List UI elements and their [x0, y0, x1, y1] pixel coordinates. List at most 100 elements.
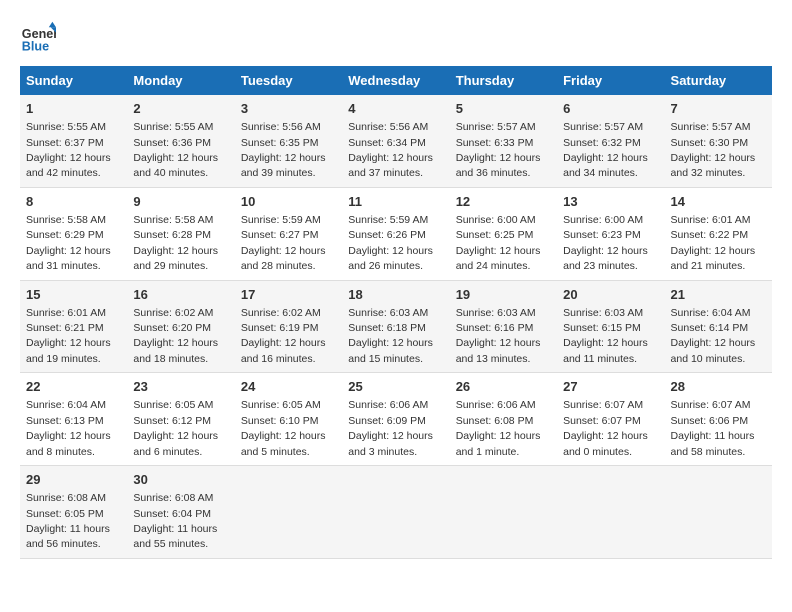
sunrise: Sunrise: 6:07 AM [563, 399, 643, 411]
calendar-week-row: 15 Sunrise: 6:01 AM Sunset: 6:21 PM Dayl… [20, 280, 772, 373]
page-header: General Blue [20, 20, 772, 56]
daylight: Daylight: 12 hours and 19 minutes. [26, 337, 111, 364]
sunrise: Sunrise: 6:07 AM [671, 399, 751, 411]
day-number: 28 [671, 378, 766, 396]
calendar-cell: 13 Sunrise: 6:00 AM Sunset: 6:23 PM Dayl… [557, 187, 664, 280]
sunrise: Sunrise: 6:03 AM [456, 307, 536, 319]
day-number: 18 [348, 286, 443, 304]
day-number: 21 [671, 286, 766, 304]
day-number: 14 [671, 193, 766, 211]
sunset: Sunset: 6:28 PM [133, 229, 211, 241]
day-number: 23 [133, 378, 228, 396]
calendar-week-row: 29 Sunrise: 6:08 AM Sunset: 6:05 PM Dayl… [20, 466, 772, 559]
day-number: 12 [456, 193, 551, 211]
daylight: Daylight: 12 hours and 15 minutes. [348, 337, 433, 364]
sunset: Sunset: 6:27 PM [241, 229, 319, 241]
sunrise: Sunrise: 5:55 AM [26, 121, 106, 133]
daylight: Daylight: 12 hours and 32 minutes. [671, 152, 756, 179]
sunset: Sunset: 6:33 PM [456, 137, 534, 149]
sunrise: Sunrise: 6:01 AM [671, 214, 751, 226]
calendar-cell: 20 Sunrise: 6:03 AM Sunset: 6:15 PM Dayl… [557, 280, 664, 373]
daylight: Daylight: 12 hours and 1 minute. [456, 430, 541, 457]
calendar-cell: 15 Sunrise: 6:01 AM Sunset: 6:21 PM Dayl… [20, 280, 127, 373]
calendar-week-row: 22 Sunrise: 6:04 AM Sunset: 6:13 PM Dayl… [20, 373, 772, 466]
sunset: Sunset: 6:25 PM [456, 229, 534, 241]
daylight: Daylight: 11 hours and 55 minutes. [133, 523, 217, 550]
calendar-cell [235, 466, 342, 559]
weekday-header: Thursday [450, 66, 557, 95]
sunset: Sunset: 6:37 PM [26, 137, 104, 149]
sunrise: Sunrise: 5:57 AM [456, 121, 536, 133]
daylight: Daylight: 12 hours and 31 minutes. [26, 245, 111, 272]
day-number: 27 [563, 378, 658, 396]
calendar-cell: 30 Sunrise: 6:08 AM Sunset: 6:04 PM Dayl… [127, 466, 234, 559]
calendar-cell: 24 Sunrise: 6:05 AM Sunset: 6:10 PM Dayl… [235, 373, 342, 466]
sunset: Sunset: 6:07 PM [563, 415, 641, 427]
calendar-cell: 1 Sunrise: 5:55 AM Sunset: 6:37 PM Dayli… [20, 95, 127, 187]
daylight: Daylight: 12 hours and 39 minutes. [241, 152, 326, 179]
calendar-cell: 28 Sunrise: 6:07 AM Sunset: 6:06 PM Dayl… [665, 373, 772, 466]
calendar-cell: 14 Sunrise: 6:01 AM Sunset: 6:22 PM Dayl… [665, 187, 772, 280]
daylight: Daylight: 12 hours and 28 minutes. [241, 245, 326, 272]
day-number: 17 [241, 286, 336, 304]
sunrise: Sunrise: 5:59 AM [241, 214, 321, 226]
day-number: 9 [133, 193, 228, 211]
calendar-cell: 16 Sunrise: 6:02 AM Sunset: 6:20 PM Dayl… [127, 280, 234, 373]
day-number: 6 [563, 100, 658, 118]
daylight: Daylight: 12 hours and 36 minutes. [456, 152, 541, 179]
svg-text:Blue: Blue [22, 40, 49, 54]
day-number: 15 [26, 286, 121, 304]
daylight: Daylight: 12 hours and 18 minutes. [133, 337, 218, 364]
day-number: 1 [26, 100, 121, 118]
calendar-cell: 22 Sunrise: 6:04 AM Sunset: 6:13 PM Dayl… [20, 373, 127, 466]
sunset: Sunset: 6:19 PM [241, 322, 319, 334]
calendar-cell: 4 Sunrise: 5:56 AM Sunset: 6:34 PM Dayli… [342, 95, 449, 187]
calendar-cell: 3 Sunrise: 5:56 AM Sunset: 6:35 PM Dayli… [235, 95, 342, 187]
calendar-cell: 7 Sunrise: 5:57 AM Sunset: 6:30 PM Dayli… [665, 95, 772, 187]
sunrise: Sunrise: 6:04 AM [26, 399, 106, 411]
sunset: Sunset: 6:13 PM [26, 415, 104, 427]
sunset: Sunset: 6:21 PM [26, 322, 104, 334]
sunset: Sunset: 6:04 PM [133, 508, 211, 520]
day-number: 26 [456, 378, 551, 396]
daylight: Daylight: 12 hours and 23 minutes. [563, 245, 648, 272]
sunrise: Sunrise: 6:01 AM [26, 307, 106, 319]
sunrise: Sunrise: 5:58 AM [133, 214, 213, 226]
calendar-cell: 27 Sunrise: 6:07 AM Sunset: 6:07 PM Dayl… [557, 373, 664, 466]
calendar-cell: 19 Sunrise: 6:03 AM Sunset: 6:16 PM Dayl… [450, 280, 557, 373]
sunrise: Sunrise: 5:57 AM [671, 121, 751, 133]
calendar-cell: 26 Sunrise: 6:06 AM Sunset: 6:08 PM Dayl… [450, 373, 557, 466]
calendar-cell: 18 Sunrise: 6:03 AM Sunset: 6:18 PM Dayl… [342, 280, 449, 373]
sunset: Sunset: 6:36 PM [133, 137, 211, 149]
daylight: Daylight: 12 hours and 42 minutes. [26, 152, 111, 179]
day-number: 3 [241, 100, 336, 118]
sunrise: Sunrise: 6:05 AM [133, 399, 213, 411]
day-number: 7 [671, 100, 766, 118]
day-number: 8 [26, 193, 121, 211]
sunset: Sunset: 6:23 PM [563, 229, 641, 241]
sunrise: Sunrise: 6:04 AM [671, 307, 751, 319]
daylight: Daylight: 12 hours and 26 minutes. [348, 245, 433, 272]
calendar-week-row: 8 Sunrise: 5:58 AM Sunset: 6:29 PM Dayli… [20, 187, 772, 280]
sunrise: Sunrise: 6:08 AM [133, 492, 213, 504]
weekday-header: Tuesday [235, 66, 342, 95]
sunset: Sunset: 6:14 PM [671, 322, 749, 334]
weekday-header: Monday [127, 66, 234, 95]
day-number: 24 [241, 378, 336, 396]
calendar-table: SundayMondayTuesdayWednesdayThursdayFrid… [20, 66, 772, 559]
sunrise: Sunrise: 6:03 AM [563, 307, 643, 319]
sunrise: Sunrise: 5:59 AM [348, 214, 428, 226]
daylight: Daylight: 12 hours and 0 minutes. [563, 430, 648, 457]
calendar-cell: 11 Sunrise: 5:59 AM Sunset: 6:26 PM Dayl… [342, 187, 449, 280]
day-number: 11 [348, 193, 443, 211]
daylight: Daylight: 12 hours and 37 minutes. [348, 152, 433, 179]
sunset: Sunset: 6:12 PM [133, 415, 211, 427]
weekday-header: Friday [557, 66, 664, 95]
sunset: Sunset: 6:18 PM [348, 322, 426, 334]
calendar-cell: 12 Sunrise: 6:00 AM Sunset: 6:25 PM Dayl… [450, 187, 557, 280]
sunrise: Sunrise: 6:05 AM [241, 399, 321, 411]
day-number: 2 [133, 100, 228, 118]
day-number: 30 [133, 471, 228, 489]
calendar-cell: 8 Sunrise: 5:58 AM Sunset: 6:29 PM Dayli… [20, 187, 127, 280]
daylight: Daylight: 12 hours and 29 minutes. [133, 245, 218, 272]
